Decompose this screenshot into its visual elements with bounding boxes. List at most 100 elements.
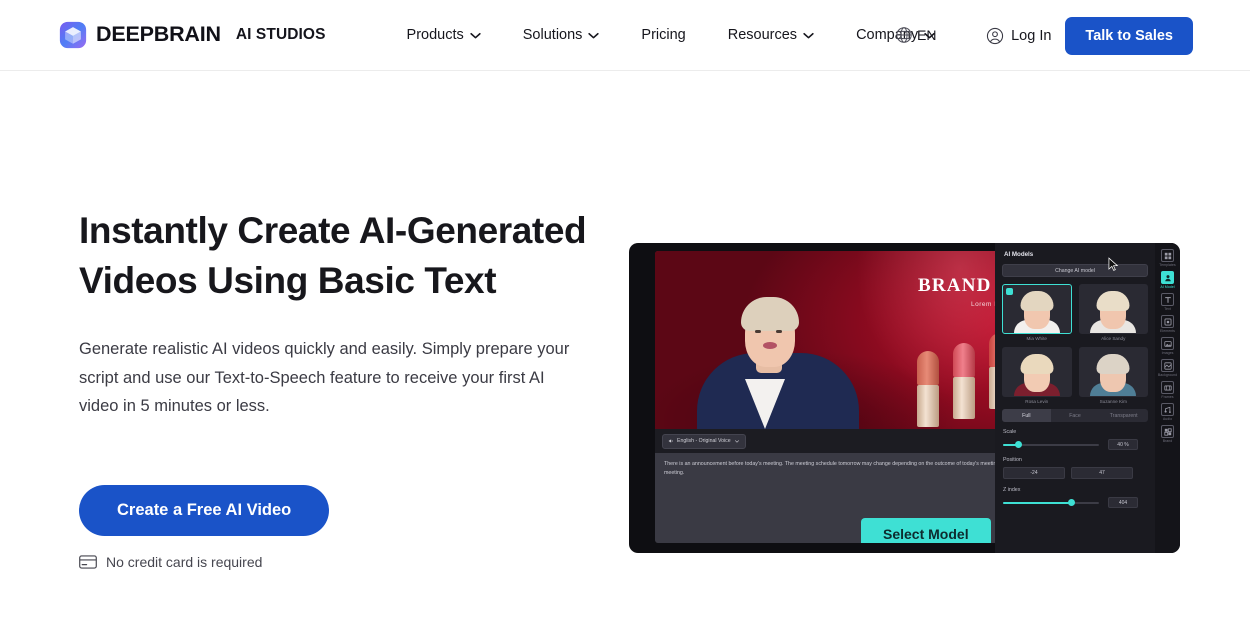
tab-face[interactable]: Face: [1051, 409, 1100, 422]
rail-label: Images: [1161, 351, 1174, 355]
brand-icon: [1161, 425, 1174, 438]
cube-icon: [59, 21, 87, 49]
chevron-down-icon: [470, 32, 481, 38]
login-label: Log In: [1011, 27, 1052, 44]
background-icon: [1161, 359, 1174, 372]
language-label: EN: [917, 27, 937, 43]
change-ai-model-button[interactable]: Change AI model: [1002, 264, 1148, 277]
select-model-button[interactable]: Select Model: [861, 518, 991, 543]
model-name: Alice Sandy: [1101, 336, 1126, 341]
model-thumbnail[interactable]: [1002, 284, 1072, 334]
voice-selector[interactable]: English - Original Voice: [662, 433, 746, 449]
ai-presenter-avatar: [683, 269, 873, 429]
nav-label: Resources: [727, 27, 798, 43]
position-label: Position: [1003, 457, 1022, 463]
zindex-value[interactable]: 404: [1108, 497, 1138, 508]
credit-card-icon: [79, 554, 97, 569]
voice-label: English - Original Voice: [677, 438, 731, 444]
position-fields: -24 47: [1003, 467, 1133, 479]
nav-item-resources[interactable]: Resources: [707, 27, 835, 43]
nav-item-solutions[interactable]: Solutions: [502, 27, 621, 43]
hero-copy: Instantly Create AI-Generated Videos Usi…: [79, 206, 599, 570]
rail-item-background[interactable]: Background: [1156, 359, 1179, 377]
scale-value[interactable]: 40 %: [1108, 439, 1138, 450]
model-card[interactable]: Rosa Levin: [1002, 347, 1072, 404]
ai-model-icon: [1161, 271, 1174, 284]
audio-icon: [1161, 403, 1174, 416]
chevron-down-icon: [803, 32, 814, 38]
rail-item-images[interactable]: Images: [1156, 337, 1179, 355]
login-button[interactable]: Log In: [986, 27, 1051, 45]
rail-label: Background: [1157, 373, 1178, 377]
editor-tool-rail: Templates AI Model Text Elements Images …: [1155, 243, 1180, 553]
editor-mockup: BRAND NAME Lorem Ipsum dolor sit a met: [629, 243, 1180, 553]
language-selector[interactable]: EN: [895, 26, 936, 44]
model-thumbnail[interactable]: [1078, 347, 1148, 397]
nav-label: Solutions: [522, 27, 583, 43]
rail-item-frames[interactable]: Frames: [1156, 381, 1179, 399]
logo-brand-text: DEEPBRAIN: [96, 22, 221, 47]
create-free-ai-video-button[interactable]: Create a Free AI Video: [79, 484, 330, 536]
model-name: Rosa Levin: [1025, 399, 1049, 404]
logo[interactable]: DEEPBRAIN AI STUDIOS: [59, 21, 326, 49]
rail-item-templates[interactable]: Templates: [1156, 249, 1179, 267]
rail-label: Frames: [1161, 395, 1174, 399]
main-nav: Products Solutions Pricing Resources Com…: [386, 27, 957, 43]
rail-label: Brand: [1162, 439, 1173, 443]
rail-item-elements[interactable]: Elements: [1156, 315, 1179, 333]
rail-item-text[interactable]: Text: [1156, 293, 1179, 311]
zindex-knob[interactable]: [1068, 498, 1076, 506]
site-header: DEEPBRAIN AI STUDIOS Products Solutions …: [0, 0, 1250, 71]
chevron-down-icon: [588, 32, 600, 38]
image-icon: [1161, 337, 1174, 350]
model-thumbnail[interactable]: [1002, 347, 1072, 397]
hero-subtext: Generate realistic AI videos quickly and…: [79, 340, 570, 415]
frames-icon: [1161, 381, 1174, 394]
scale-slider[interactable]: 40 %: [1003, 439, 1138, 450]
model-view-tabs: Full Face Transparent: [1002, 409, 1148, 422]
rail-label: Templates: [1159, 263, 1176, 267]
logo-product-text: AI STUDIOS: [235, 26, 326, 44]
model-card[interactable]: Suzanne Kim: [1078, 347, 1148, 404]
panel-title: AI Models: [1004, 251, 1034, 258]
header-actions: Log In Talk to Sales: [986, 0, 1193, 71]
text-icon: [1161, 293, 1174, 306]
elements-icon: [1161, 315, 1174, 328]
tab-full[interactable]: Full: [1002, 409, 1051, 422]
model-grid: Mia White Alice Sandy Rosa Levin Suzanne…: [1002, 284, 1148, 404]
nav-item-products[interactable]: Products: [386, 27, 502, 43]
rail-label: AI Model: [1160, 285, 1175, 289]
talk-to-sales-button[interactable]: Talk to Sales: [1065, 16, 1193, 55]
position-y-field[interactable]: 47: [1071, 467, 1133, 479]
speaker-icon: [668, 439, 673, 443]
scale-track[interactable]: [1003, 440, 1099, 448]
zindex-label: Z index: [1003, 487, 1021, 493]
nav-label: Pricing: [641, 27, 686, 43]
rail-label: Elements: [1160, 329, 1175, 333]
model-thumbnail[interactable]: [1078, 284, 1148, 334]
globe-icon: [896, 27, 912, 43]
rail-label: Audio: [1162, 417, 1173, 421]
rail-item-brand[interactable]: Brand: [1156, 425, 1179, 443]
page-title: Instantly Create AI-Generated Videos Usi…: [79, 210, 587, 301]
rail-item-audio[interactable]: Audio: [1156, 403, 1179, 421]
tab-transparent[interactable]: Transparent: [1099, 409, 1148, 422]
no-credit-card-label: No credit card is required: [106, 553, 263, 570]
model-card[interactable]: Mia White: [1002, 284, 1072, 341]
rail-item-ai-model[interactable]: AI Model: [1156, 271, 1179, 289]
model-name: Suzanne Kim: [1099, 399, 1127, 404]
scale-knob[interactable]: [1014, 440, 1022, 448]
selected-badge: [1006, 288, 1013, 295]
zindex-slider[interactable]: 404: [1003, 497, 1138, 508]
zindex-track[interactable]: [1003, 498, 1099, 506]
scale-label: Scale: [1003, 429, 1017, 435]
nav-label: Products: [406, 27, 464, 43]
model-card[interactable]: Alice Sandy: [1078, 284, 1148, 341]
chevron-down-icon: [734, 440, 739, 443]
model-name: Mia White: [1026, 336, 1047, 341]
nav-item-pricing[interactable]: Pricing: [620, 27, 706, 43]
templates-icon: [1161, 249, 1174, 262]
position-x-field[interactable]: -24: [1003, 467, 1065, 479]
ai-models-panel: AI Models Change AI model Mia White Alic: [995, 243, 1155, 553]
rail-label: Text: [1164, 307, 1171, 311]
